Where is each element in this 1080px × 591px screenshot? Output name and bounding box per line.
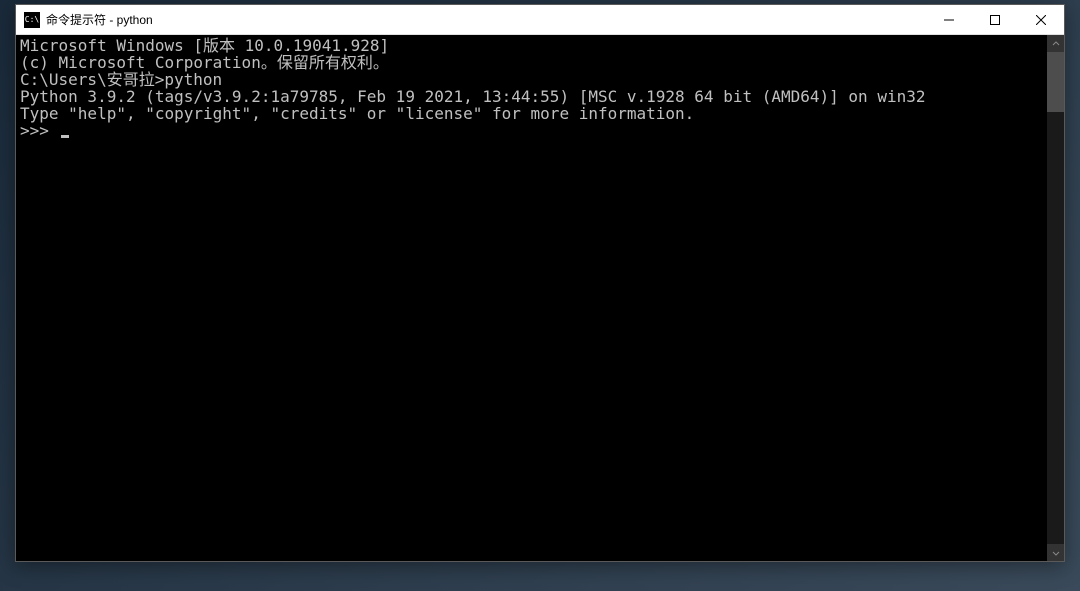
terminal-line: Microsoft Windows [版本 10.0.19041.928] — [20, 37, 1043, 54]
maximize-icon — [990, 15, 1000, 25]
vertical-scrollbar[interactable] — [1047, 35, 1064, 561]
python-prompt: >>> — [20, 121, 59, 140]
chevron-up-icon — [1052, 40, 1060, 48]
window-title: 命令提示符 - python — [46, 11, 926, 28]
scroll-thumb[interactable] — [1047, 52, 1064, 112]
close-button[interactable] — [1018, 5, 1064, 34]
scroll-up-button[interactable] — [1047, 35, 1064, 52]
window-controls — [926, 5, 1064, 34]
command-prompt-window: C:\ 命令提示符 - python Microsoft Windows [版本… — [15, 4, 1065, 562]
chevron-down-icon — [1052, 549, 1060, 557]
minimize-icon — [944, 15, 954, 25]
titlebar[interactable]: C:\ 命令提示符 - python — [16, 5, 1064, 35]
terminal-prompt-line: >>> — [20, 122, 1043, 139]
terminal-content[interactable]: Microsoft Windows [版本 10.0.19041.928](c)… — [16, 35, 1047, 561]
cursor — [61, 135, 69, 138]
scroll-down-button[interactable] — [1047, 544, 1064, 561]
maximize-button[interactable] — [972, 5, 1018, 34]
terminal-line: (c) Microsoft Corporation。保留所有权利。 — [20, 54, 1043, 71]
minimize-button[interactable] — [926, 5, 972, 34]
close-icon — [1036, 15, 1046, 25]
terminal-line: Type "help", "copyright", "credits" or "… — [20, 105, 1043, 122]
terminal-line: C:\Users\安哥拉>python — [20, 71, 1043, 88]
terminal-area[interactable]: Microsoft Windows [版本 10.0.19041.928](c)… — [16, 35, 1064, 561]
terminal-line: Python 3.9.2 (tags/v3.9.2:1a79785, Feb 1… — [20, 88, 1043, 105]
cmd-icon: C:\ — [24, 12, 40, 28]
